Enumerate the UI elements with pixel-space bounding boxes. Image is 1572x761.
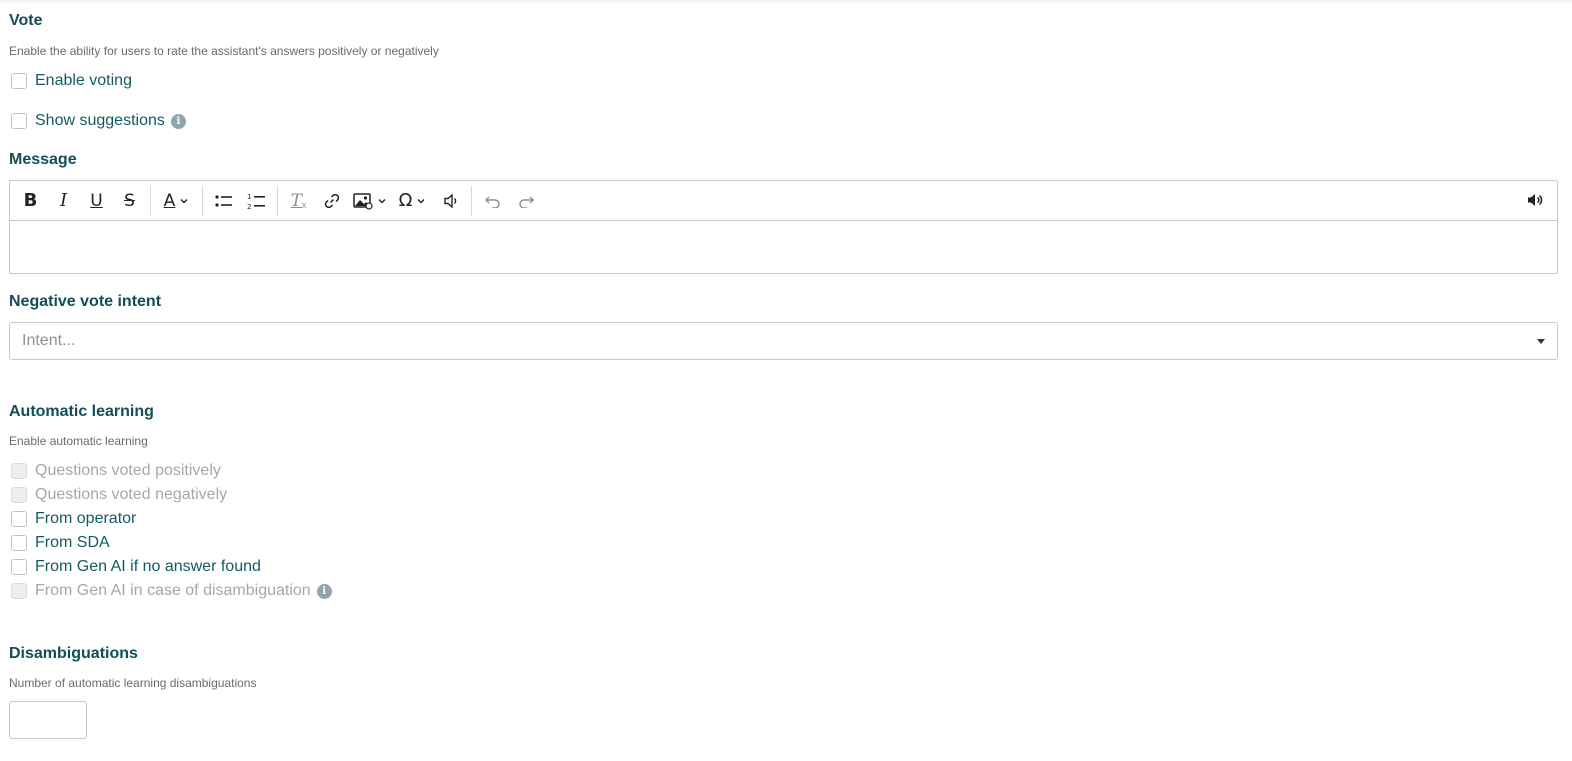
questions-voted-negatively-checkbox [11, 487, 27, 503]
italic-button[interactable]: I [49, 186, 79, 216]
from-gen-ai-disambiguation-checkbox [11, 583, 27, 599]
speaker-icon [443, 192, 456, 209]
strikethrough-icon: S [124, 190, 135, 211]
bold-button[interactable]: B [16, 186, 46, 216]
disambiguations-title: Disambiguations [9, 645, 138, 662]
from-operator-label[interactable]: From operator [35, 510, 136, 528]
editor-content-area[interactable] [10, 221, 1557, 274]
show-suggestions-option[interactable]: Show suggestions i [11, 110, 186, 132]
show-suggestions-label[interactable]: Show suggestions [35, 112, 165, 130]
questions-voted-positively-checkbox [11, 463, 27, 479]
questions-voted-positively-label: Questions voted positively [35, 462, 221, 479]
font-color-button[interactable]: A [157, 186, 197, 216]
font-color-icon: A [163, 190, 176, 211]
learning-option-from-gen-ai-no-answer[interactable]: From Gen AI if no answer found [11, 556, 261, 578]
toolbar-divider [277, 185, 278, 216]
editor-toolbar: B I U S A 12 Tx Ω [10, 181, 1557, 221]
enable-voting-option[interactable]: Enable voting [11, 70, 132, 92]
toolbar-divider [202, 185, 203, 216]
undo-button[interactable] [478, 186, 508, 216]
intent-select-placeholder: Intent... [22, 332, 76, 349]
intent-select[interactable]: Intent... [9, 322, 1558, 360]
undo-icon [484, 196, 500, 208]
vote-title: Vote [9, 12, 43, 29]
italic-icon: I [59, 190, 68, 211]
link-icon [324, 193, 339, 208]
read-aloud-button[interactable] [1520, 185, 1550, 215]
questions-voted-negatively-label: Questions voted negatively [35, 486, 228, 503]
from-gen-ai-no-answer-checkbox[interactable] [11, 559, 27, 575]
message-editor[interactable]: B I U S A 12 Tx Ω [9, 180, 1558, 274]
text-to-speech-button[interactable] [436, 186, 466, 216]
redo-icon [518, 196, 534, 208]
info-icon[interactable]: i [316, 583, 332, 599]
volume-icon [1527, 194, 1542, 206]
learning-option-from-sda[interactable]: From SDA [11, 532, 110, 554]
image-icon [352, 192, 373, 210]
enable-voting-checkbox[interactable] [11, 73, 27, 89]
underline-button[interactable]: U [82, 186, 112, 216]
disambiguations-description: Number of automatic learning disambiguat… [9, 676, 257, 690]
strikethrough-button[interactable]: S [115, 186, 145, 216]
link-button[interactable] [317, 186, 347, 216]
clear-format-button[interactable]: Tx [284, 186, 314, 216]
top-divider [0, 0, 1572, 3]
underline-icon: U [90, 190, 103, 211]
bullet-list-icon [214, 194, 232, 207]
image-button[interactable] [350, 186, 390, 216]
toolbar-divider [471, 185, 472, 216]
automatic-learning-description: Enable automatic learning [9, 434, 148, 448]
clear-format-icon: T [290, 190, 302, 211]
numbered-list-button[interactable]: 12 [242, 186, 272, 216]
from-operator-checkbox[interactable] [11, 511, 27, 527]
disambiguations-number-input[interactable] [9, 701, 87, 739]
chevron-down-icon [378, 198, 385, 203]
bullet-list-button[interactable] [209, 186, 239, 216]
from-gen-ai-no-answer-label[interactable]: From Gen AI if no answer found [35, 558, 261, 576]
show-suggestions-checkbox[interactable] [11, 113, 27, 129]
svg-text:2: 2 [247, 203, 251, 210]
svg-text:1: 1 [247, 193, 251, 201]
chevron-down-icon [180, 198, 188, 203]
vote-description: Enable the ability for users to rate the… [9, 44, 439, 58]
omega-icon: Ω [398, 190, 413, 211]
chevron-down-icon [417, 198, 425, 203]
caret-down-icon[interactable] [1537, 339, 1545, 344]
from-sda-checkbox[interactable] [11, 535, 27, 551]
negative-vote-intent-title: Negative vote intent [9, 293, 162, 310]
from-gen-ai-disambiguation-label: From Gen AI in case of disambiguation [35, 582, 311, 599]
learning-option-from-gen-ai-disambiguation: From Gen AI in case of disambiguation i [11, 580, 332, 602]
from-sda-label[interactable]: From SDA [35, 534, 110, 552]
toolbar-divider [150, 185, 151, 216]
special-character-button[interactable]: Ω [393, 186, 433, 216]
redo-button[interactable] [511, 186, 541, 216]
numbered-list-icon: 12 [247, 193, 265, 210]
message-title: Message [9, 151, 77, 168]
automatic-learning-title: Automatic learning [9, 403, 154, 420]
learning-option-questions-voted-negatively: Questions voted negatively [11, 484, 227, 506]
learning-option-questions-voted-positively: Questions voted positively [11, 460, 221, 482]
enable-voting-label[interactable]: Enable voting [35, 72, 132, 90]
learning-option-from-operator[interactable]: From operator [11, 508, 136, 530]
info-icon[interactable]: i [170, 113, 186, 129]
bold-icon: B [23, 190, 38, 211]
